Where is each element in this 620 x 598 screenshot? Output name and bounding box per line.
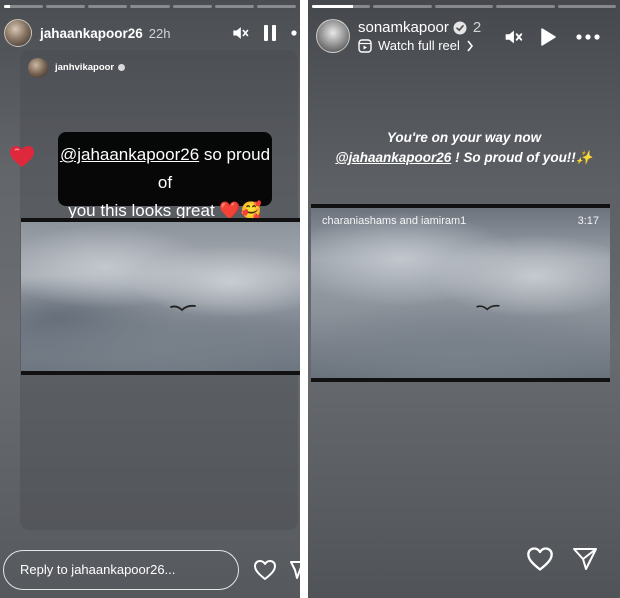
send-icon[interactable]: [289, 559, 300, 581]
mute-icon[interactable]: [230, 23, 250, 43]
mention-link[interactable]: @jahaankapoor26: [335, 150, 451, 165]
story-panel-right: sonamkapoor 2 Watch full reel You're on …: [308, 0, 620, 598]
story-header: jahaankapoor26 22h: [4, 16, 299, 50]
avatar[interactable]: [316, 19, 350, 53]
video-thumbnail: [21, 222, 300, 371]
caption-line-1: You're on your way now: [386, 130, 542, 145]
progress-segment: [434, 5, 494, 8]
story-panel-left: jahaankapoor26 22h janhvikapoor @jahaank…: [0, 0, 300, 598]
avatar[interactable]: [4, 19, 32, 47]
heart-icon[interactable]: [253, 559, 277, 581]
progress-fill: [312, 5, 353, 8]
play-icon[interactable]: [540, 28, 556, 46]
reel-icon: [358, 38, 372, 53]
story-header-text: sonamkapoor 2 Watch full reel: [358, 19, 481, 53]
mention-link[interactable]: @jahaankapoor26: [60, 145, 199, 164]
heart-icon: [10, 146, 34, 167]
progress-segment: [172, 5, 212, 8]
story-timestamp: 2: [472, 19, 482, 36]
story-header: sonamkapoor 2 Watch full reel: [312, 16, 616, 56]
reply-placeholder: Reply to jahaankapoor26...: [20, 562, 176, 577]
story-username[interactable]: sonamkapoor: [358, 19, 449, 36]
chevron-right-icon[interactable]: [466, 40, 474, 52]
progress-segment: [130, 5, 170, 8]
progress-segment: [373, 5, 432, 8]
verified-badge-icon: [118, 63, 126, 71]
progress-segment: [557, 5, 617, 8]
video-thumbnail: [311, 208, 610, 378]
caption-text: ! So proud of you!!: [451, 150, 576, 165]
pause-icon[interactable]: [263, 25, 277, 41]
caption-line-1: @jahaankapoor26 so proud of: [58, 141, 272, 197]
progress-segment: [88, 5, 128, 8]
more-icon[interactable]: [291, 30, 299, 36]
shared-video[interactable]: [21, 218, 300, 375]
bird-icon: [476, 304, 500, 311]
heart-icon[interactable]: [526, 546, 554, 572]
story-timestamp: 22h: [148, 25, 171, 41]
progress-segment: [496, 5, 555, 8]
caption-emoji: ✨: [575, 150, 593, 165]
progress-fill: [4, 5, 10, 8]
reply-input[interactable]: Reply to jahaankapoor26...: [3, 550, 239, 590]
shared-post-avatar[interactable]: [28, 58, 48, 78]
story-caption: @jahaankapoor26 so proud of you this loo…: [58, 132, 272, 220]
shared-reel[interactable]: charaniashams and iamiram1 3:17: [311, 204, 610, 382]
progress-segment: [312, 5, 371, 8]
send-icon[interactable]: [572, 546, 598, 572]
reel-duration: 3:17: [577, 215, 599, 227]
story-progress-bar: [312, 5, 617, 8]
story-caption-line-2: @jahaankapoor26 ! So proud of you!!✨: [308, 150, 620, 166]
bird-icon: [170, 304, 196, 312]
more-icon[interactable]: [576, 34, 600, 40]
shared-post-username[interactable]: janhvikapoor: [55, 62, 126, 73]
shared-post-username-text: janhvikapoor: [55, 62, 115, 73]
story-username[interactable]: jahaankapoor26: [40, 26, 143, 41]
story-caption: You're on your way now: [308, 130, 620, 145]
reel-credit[interactable]: charaniashams and iamiram1: [322, 215, 466, 227]
mute-icon[interactable]: [502, 26, 524, 48]
progress-segment: [4, 5, 44, 8]
progress-segment: [256, 5, 296, 8]
story-progress-bar: [4, 5, 296, 8]
progress-segment: [214, 5, 254, 8]
watch-full-reel-link[interactable]: Watch full reel: [378, 38, 460, 53]
verified-badge-icon: [453, 21, 467, 34]
progress-segment: [46, 5, 86, 8]
